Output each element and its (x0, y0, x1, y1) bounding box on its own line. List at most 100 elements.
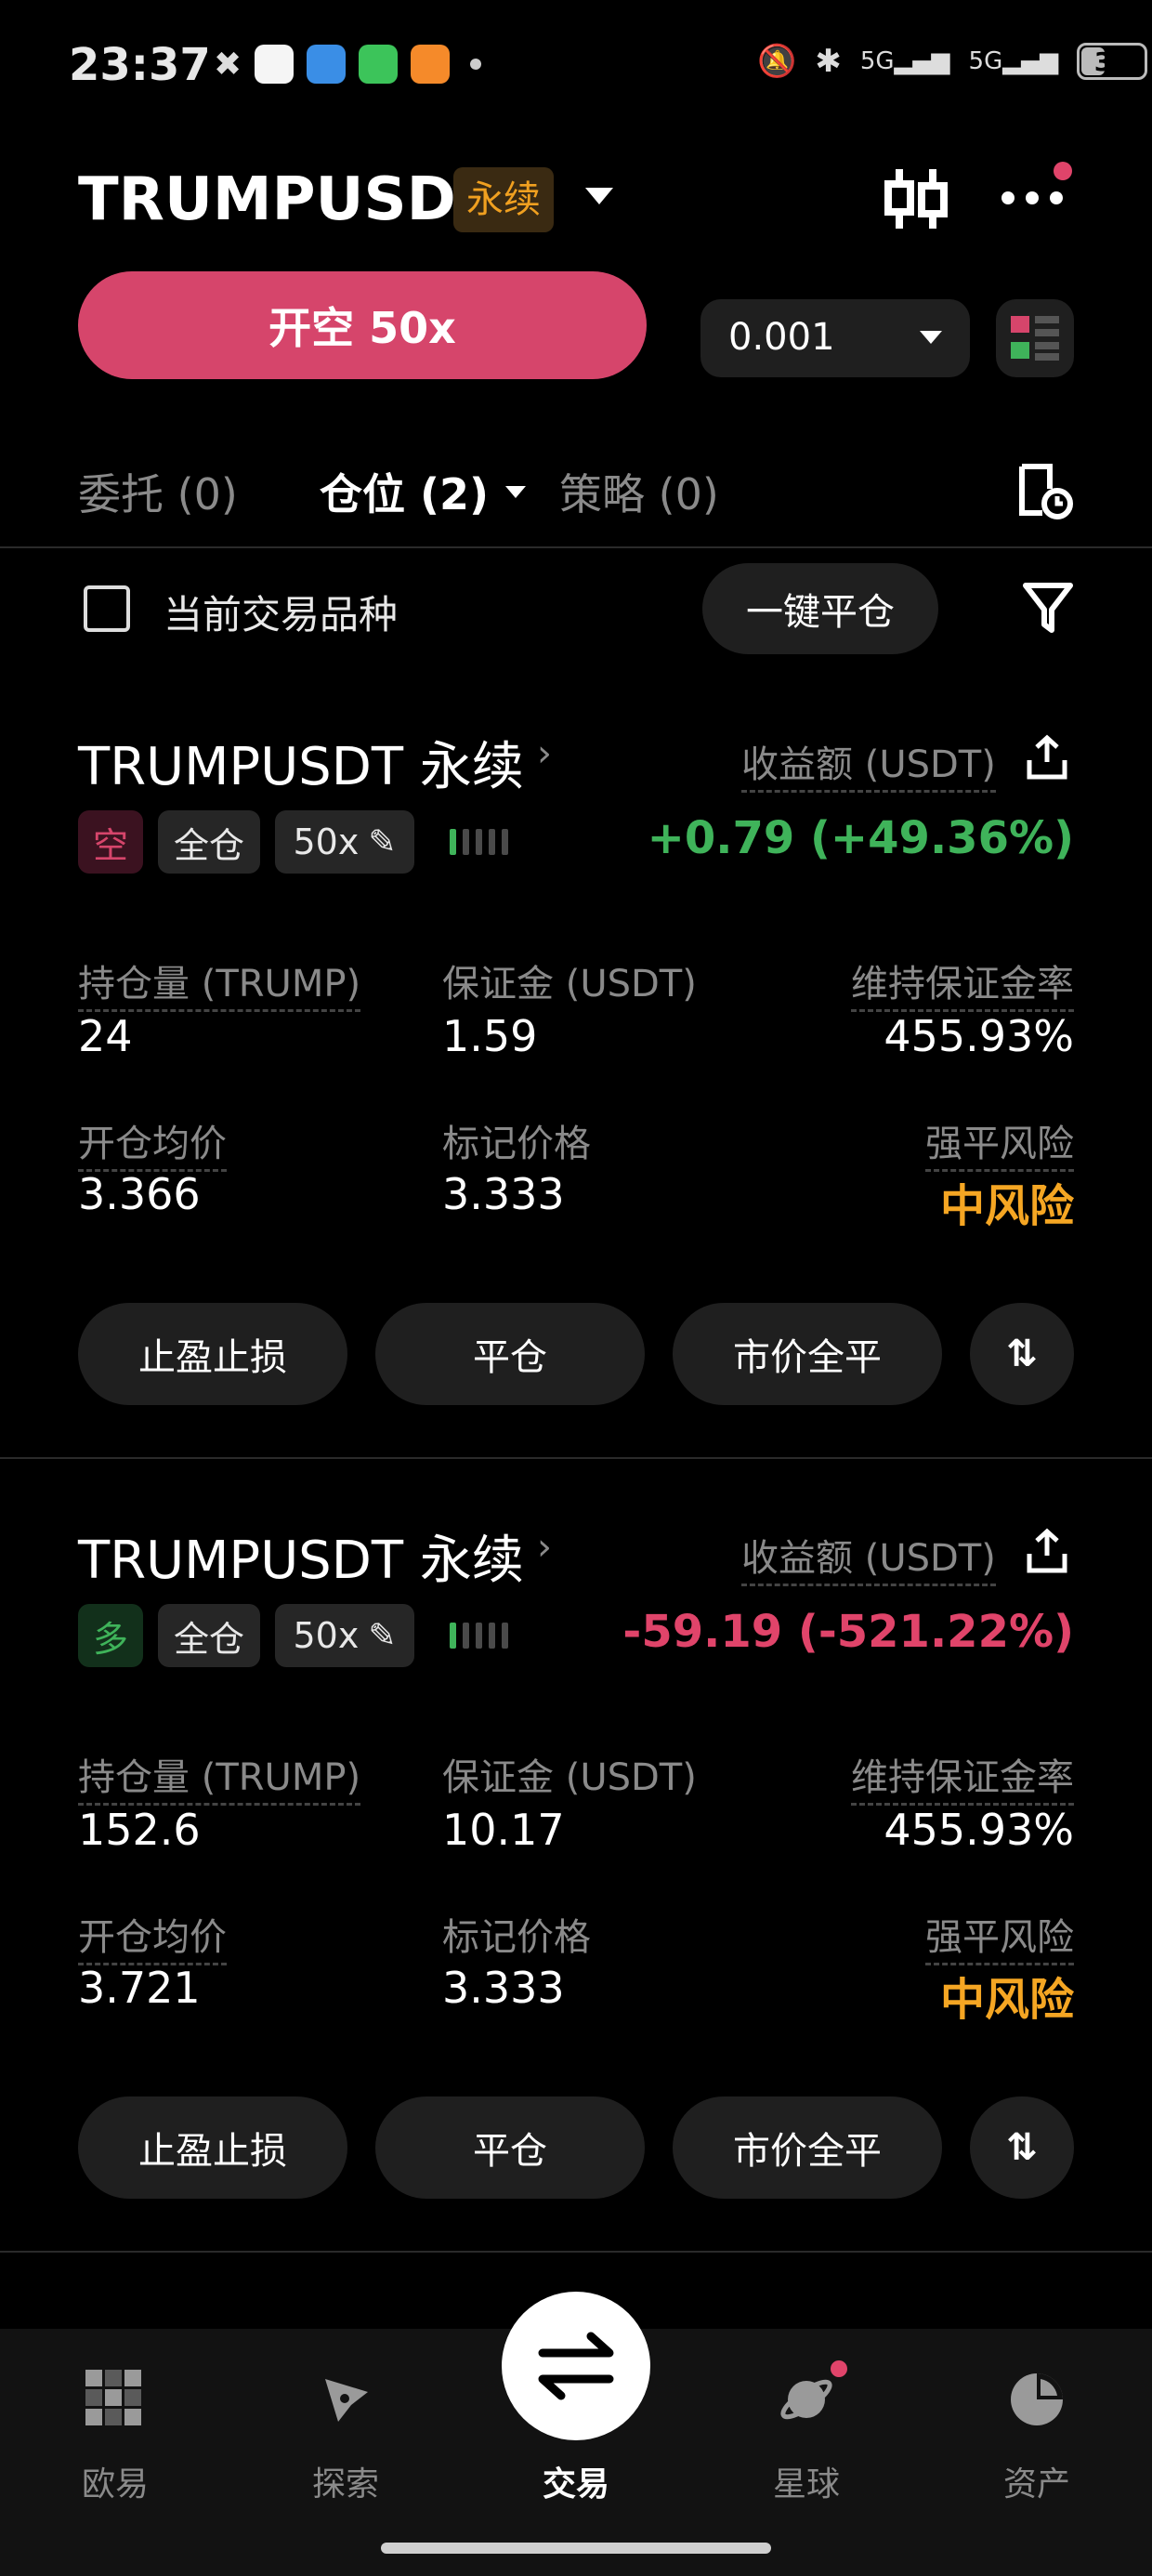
nav-label: 资产 (1003, 2465, 1071, 2504)
nav-label: 探索 (312, 2465, 380, 2504)
size-label[interactable]: 持仓量 (TRUMP) (78, 1747, 361, 1806)
swap-arrows-icon (502, 2292, 650, 2440)
chevron-right-icon[interactable]: › (537, 732, 552, 775)
header: TRUMPUSDT 永续 (0, 158, 1152, 251)
pnl-label[interactable]: 收益额 (USDT) (741, 1528, 996, 1586)
pnl-value: -59.19 (-521.22%) (622, 1606, 1074, 1658)
mmr-value: 455.93% (884, 1011, 1074, 1061)
signal-icon: 5G▂▄▆ (859, 47, 950, 75)
notification-dot (827, 2357, 851, 2381)
reverse-position-button[interactable]: ⇅ (970, 1303, 1074, 1405)
mmr-value: 455.93% (884, 1805, 1074, 1855)
okx-logo-icon (85, 2370, 141, 2425)
tp-sl-label: 止盈止损 (138, 1336, 287, 1379)
close-position-button[interactable]: 平仓 (375, 2096, 645, 2199)
chevron-down-icon (505, 485, 527, 498)
mark-price-label: 标记价格 (442, 1123, 591, 1165)
close-all-button[interactable]: 一键平仓 (702, 563, 938, 654)
bluetooth-icon: ✱ (815, 43, 842, 80)
app-icon (255, 45, 295, 84)
margin-label: 保证金 (USDT) (442, 1756, 697, 1799)
battery-level: 36 (1093, 46, 1131, 77)
tab-strategies[interactable]: 策略 (0) (559, 461, 719, 522)
market-close-all-label: 市价全平 (733, 1336, 882, 1379)
share-icon[interactable] (1024, 734, 1070, 781)
mmr-label[interactable]: 维持保证金率 (851, 1747, 1074, 1806)
tab-positions[interactable]: 仓位 (2) (320, 461, 527, 522)
pnl-label[interactable]: 收益额 (USDT) (741, 734, 996, 793)
history-icon[interactable] (1015, 461, 1074, 520)
open-short-label: 开空 50x (268, 303, 456, 353)
mark-price-value: 3.333 (442, 1963, 565, 2013)
compass-icon (316, 2370, 375, 2429)
reverse-position-button[interactable]: ⇅ (970, 2096, 1074, 2199)
nav-item-okx[interactable]: 欧易 (59, 2357, 171, 2505)
nav-item-assets[interactable]: 资产 (981, 2357, 1093, 2505)
video-icon (411, 45, 451, 84)
liquidation-risk-label[interactable]: 强平风险 (925, 1113, 1074, 1172)
swap-vertical-icon: ⇅ (1006, 2126, 1038, 2169)
nav-item-planet[interactable]: 星球 (751, 2357, 862, 2505)
size-label[interactable]: 持仓量 (TRUMP) (78, 953, 361, 1012)
chevron-right-icon[interactable]: › (537, 1526, 552, 1569)
risk-level-bars (450, 1623, 515, 1649)
entry-price-label[interactable]: 开仓均价 (78, 1113, 227, 1172)
status-bar: 23:37 ✖ 🔕 ✱ 5G▂▄▆ 5G▂▄▆ 36 (0, 0, 1152, 139)
margin-value: 10.17 (442, 1805, 565, 1855)
position-card: TRUMPUSDT 永续 › 收益额 (USDT) 空 全仓 50x ✎ +0.… (0, 688, 1152, 1459)
margin-mode-tag[interactable]: 全仓 (158, 1604, 260, 1667)
messages-icon (359, 45, 399, 84)
current-symbol-label: 当前交易品种 (164, 592, 399, 637)
market-close-all-label: 市价全平 (733, 2130, 882, 2173)
filter-icon[interactable] (1022, 580, 1074, 636)
nav-item-explore[interactable]: 探索 (290, 2357, 401, 2505)
battery-icon: 36 (1077, 43, 1148, 80)
market-close-all-button[interactable]: 市价全平 (673, 1303, 942, 1405)
liquidation-risk-label[interactable]: 强平风险 (925, 1907, 1074, 1965)
tp-sl-label: 止盈止损 (138, 2130, 287, 2173)
side-tag-long: 多 (78, 1604, 143, 1667)
tp-sl-button[interactable]: 止盈止损 (78, 2096, 347, 2199)
nav-label: 交易 (543, 2465, 610, 2504)
leverage-value: 50x (293, 1615, 360, 1656)
divider (0, 2251, 1152, 2253)
market-close-all-button[interactable]: 市价全平 (673, 2096, 942, 2199)
margin-mode-tag[interactable]: 全仓 (158, 810, 260, 874)
orderbook-layout-icon[interactable] (996, 299, 1074, 377)
symbol-dropdown-icon[interactable] (585, 188, 613, 204)
open-short-button[interactable]: 开空 50x (78, 271, 647, 379)
edit-pencil-icon: ✎ (368, 1616, 397, 1655)
home-indicator (381, 2543, 771, 2554)
tp-sl-button[interactable]: 止盈止损 (78, 1303, 347, 1405)
status-time: 23:37 (69, 39, 211, 91)
symbol-title[interactable]: TRUMPUSDT (78, 165, 496, 234)
risk-level-bars (450, 829, 515, 855)
current-symbol-checkbox[interactable] (84, 585, 130, 632)
quantity-select[interactable]: 0.001 (700, 299, 970, 377)
perpetual-badge: 永续 (453, 167, 554, 232)
share-icon[interactable] (1024, 1528, 1070, 1574)
entry-price-label[interactable]: 开仓均价 (78, 1907, 227, 1965)
leverage-tag[interactable]: 50x ✎ (275, 810, 414, 874)
leverage-value: 50x (293, 821, 360, 862)
mmr-label[interactable]: 维持保证金率 (851, 953, 1074, 1012)
more-menu-icon[interactable] (1001, 191, 1063, 204)
more-menu-notification-dot (1054, 162, 1072, 180)
entry-price-value: 3.721 (78, 1963, 201, 2013)
pnl-value: +0.79 (+49.36%) (647, 812, 1074, 864)
candlestick-chart-icon[interactable] (883, 165, 949, 232)
divider (0, 546, 1152, 548)
leverage-tag[interactable]: 50x ✎ (275, 1604, 414, 1667)
divider (0, 1457, 1152, 1459)
bottom-nav: 欧易 探索 交易 星球 资产 (0, 2292, 1152, 2576)
size-value: 24 (78, 1011, 133, 1061)
close-position-button[interactable]: 平仓 (375, 1303, 645, 1405)
side-tag-short: 空 (78, 810, 143, 874)
liquidation-risk-value: 中风险 (939, 1180, 1074, 1232)
position-title[interactable]: TRUMPUSDT 永续 (78, 1518, 524, 1594)
nav-item-trade[interactable]: 交易 (502, 2292, 650, 2505)
mark-price-value: 3.333 (442, 1169, 565, 1219)
position-title[interactable]: TRUMPUSDT 永续 (78, 725, 524, 800)
tab-orders[interactable]: 委托 (0) (78, 461, 238, 522)
planet-icon (777, 2370, 836, 2429)
